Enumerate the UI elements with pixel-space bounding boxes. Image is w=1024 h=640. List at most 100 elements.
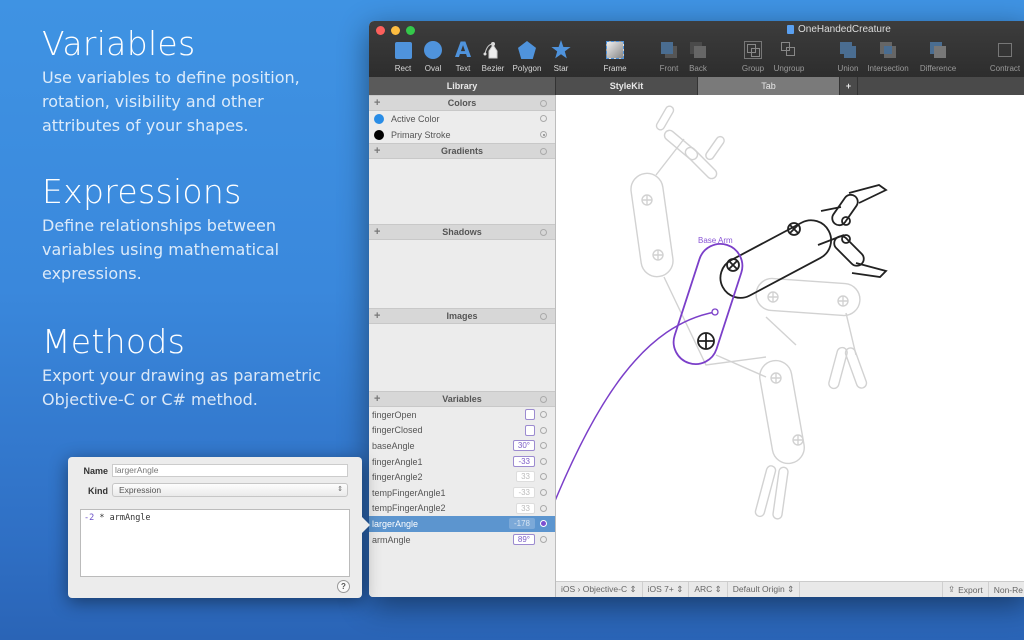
promo-variables-title: Variables bbox=[42, 24, 196, 63]
variable-row[interactable]: baseAngle 30° bbox=[369, 438, 555, 454]
tool-union[interactable]: Union bbox=[826, 39, 870, 73]
star-icon bbox=[551, 40, 571, 59]
help-button[interactable]: ? bbox=[337, 580, 350, 593]
close-button[interactable] bbox=[376, 26, 385, 35]
section-variables: + Variables bbox=[369, 391, 555, 407]
variable-value[interactable]: 89° bbox=[512, 533, 535, 545]
promo-variables: Variables Use variables to define positi… bbox=[42, 24, 322, 138]
variable-radio[interactable] bbox=[540, 457, 547, 465]
section-toggle[interactable] bbox=[540, 100, 547, 107]
memory-select[interactable]: ARC ⇕ bbox=[689, 582, 728, 597]
variable-name: fingerAngle1 bbox=[372, 456, 423, 467]
add-color-button[interactable]: + bbox=[374, 97, 380, 109]
variable-value: 33 bbox=[516, 502, 535, 514]
tool-label: Difference bbox=[919, 64, 957, 73]
minimize-button[interactable] bbox=[391, 26, 400, 35]
color-item[interactable]: Active Color bbox=[369, 111, 555, 127]
drawing-canvas[interactable]: Base Arm bbox=[556, 95, 1024, 581]
add-gradient-button[interactable]: + bbox=[374, 145, 380, 157]
export-button[interactable]: ⇪ Export bbox=[943, 582, 989, 597]
expression-text: * armAngle bbox=[94, 513, 151, 523]
variable-name: tempFingerAngle2 bbox=[372, 503, 446, 514]
color-radio[interactable] bbox=[540, 131, 547, 138]
document-icon bbox=[787, 25, 794, 34]
tool-label: Intersection bbox=[867, 64, 909, 73]
variable-checkbox[interactable] bbox=[525, 409, 535, 420]
library-sidebar: + Colors Active Color Primary Stroke + G… bbox=[369, 95, 556, 597]
section-title: Shadows bbox=[442, 227, 482, 237]
tool-star[interactable]: Star bbox=[539, 39, 583, 73]
variable-row[interactable]: tempFingerAngle1 -33 bbox=[369, 485, 555, 501]
variable-row[interactable]: fingerAngle2 33 bbox=[369, 469, 555, 485]
tool-label: Frame bbox=[603, 64, 627, 73]
variable-radio[interactable] bbox=[540, 426, 547, 434]
section-gradients: + Gradients bbox=[369, 143, 555, 159]
tool-label: Contract bbox=[989, 64, 1021, 73]
section-title: Gradients bbox=[440, 146, 483, 156]
section-toggle[interactable] bbox=[540, 313, 547, 320]
frame-icon bbox=[606, 41, 624, 59]
promo-expressions: Expressions Define relationships between… bbox=[42, 172, 292, 286]
expression-number: -2 bbox=[84, 513, 95, 523]
union-icon bbox=[839, 41, 857, 59]
origin-select[interactable]: Default Origin ⇕ bbox=[728, 582, 801, 597]
add-tab-button[interactable]: + bbox=[840, 77, 858, 95]
connector-endpoint[interactable] bbox=[711, 308, 719, 316]
variable-row[interactable]: fingerClosed bbox=[369, 423, 555, 439]
add-shadow-button[interactable]: + bbox=[374, 226, 380, 238]
variable-row[interactable]: tempFingerAngle2 33 bbox=[369, 501, 555, 517]
tool-ungroup[interactable]: Ungroup bbox=[767, 39, 811, 73]
tool-back[interactable]: Back bbox=[676, 39, 720, 73]
export-label: Export bbox=[958, 584, 983, 595]
promo-methods: Methods Export your drawing as parametri… bbox=[42, 322, 332, 412]
kind-select[interactable]: Expression ⇕ bbox=[112, 483, 348, 497]
variable-radio[interactable] bbox=[540, 488, 547, 496]
kind-value: Expression bbox=[119, 485, 162, 495]
tab-stylekit[interactable]: StyleKit bbox=[556, 77, 698, 95]
variable-value[interactable]: 30° bbox=[512, 440, 535, 452]
add-image-button[interactable]: + bbox=[374, 310, 380, 322]
name-input[interactable]: largerAngle bbox=[112, 464, 348, 477]
target-select[interactable]: iOS 7+ ⇕ bbox=[643, 582, 690, 597]
tool-contract[interactable]: Contract bbox=[983, 39, 1024, 73]
promo-expressions-body: Define relationships between variables u… bbox=[42, 216, 280, 283]
variable-name: tempFingerAngle1 bbox=[372, 487, 446, 498]
contract-icon bbox=[998, 43, 1012, 57]
variable-radio[interactable] bbox=[540, 411, 547, 418]
section-colors: + Colors bbox=[369, 95, 555, 111]
section-toggle[interactable] bbox=[540, 229, 547, 236]
expression-editor[interactable]: -2 * armAngle bbox=[80, 509, 350, 577]
section-toggle[interactable] bbox=[540, 396, 547, 403]
variable-connector-handle[interactable] bbox=[540, 520, 547, 528]
tab-canvas[interactable]: Tab bbox=[698, 77, 840, 95]
rectangle-icon bbox=[394, 41, 412, 59]
tool-frame[interactable]: Frame bbox=[593, 39, 637, 73]
images-list bbox=[369, 324, 555, 391]
variable-value: 33 bbox=[516, 471, 535, 483]
variable-radio[interactable] bbox=[540, 473, 547, 481]
platform-select[interactable]: iOS › Objective-C ⇕ bbox=[556, 582, 643, 597]
status-bar: iOS › Objective-C ⇕ iOS 7+ ⇕ ARC ⇕ Defau… bbox=[556, 581, 1024, 597]
variable-row[interactable]: fingerAngle1 -33 bbox=[369, 454, 555, 470]
color-item[interactable]: Primary Stroke bbox=[369, 127, 555, 143]
variable-checkbox[interactable] bbox=[525, 424, 535, 436]
name-label: Name bbox=[83, 466, 108, 476]
app-window: OneHandedCreature Rect Oval A Text Bezier… bbox=[369, 21, 1024, 597]
tool-difference[interactable]: Difference bbox=[916, 39, 960, 73]
variable-value[interactable]: -33 bbox=[513, 455, 535, 467]
variable-row-selected[interactable]: largerAngle -178 bbox=[369, 516, 555, 532]
variable-row[interactable]: armAngle 89° bbox=[369, 532, 555, 548]
zoom-button[interactable] bbox=[406, 26, 415, 35]
variable-name: baseAngle bbox=[372, 440, 415, 451]
variable-radio[interactable] bbox=[540, 504, 547, 512]
color-radio[interactable] bbox=[540, 115, 547, 122]
tool-intersection[interactable]: Intersection bbox=[866, 39, 910, 73]
variable-radio[interactable] bbox=[540, 535, 547, 543]
section-toggle[interactable] bbox=[540, 148, 547, 155]
variable-row[interactable]: fingerOpen bbox=[369, 407, 555, 423]
retina-select[interactable]: Non-Re bbox=[989, 582, 1024, 597]
tab-library[interactable]: Library bbox=[369, 77, 556, 95]
add-variable-button[interactable]: + bbox=[374, 393, 380, 405]
document-title-text: OneHandedCreature bbox=[798, 24, 891, 35]
variable-radio[interactable] bbox=[540, 442, 547, 450]
